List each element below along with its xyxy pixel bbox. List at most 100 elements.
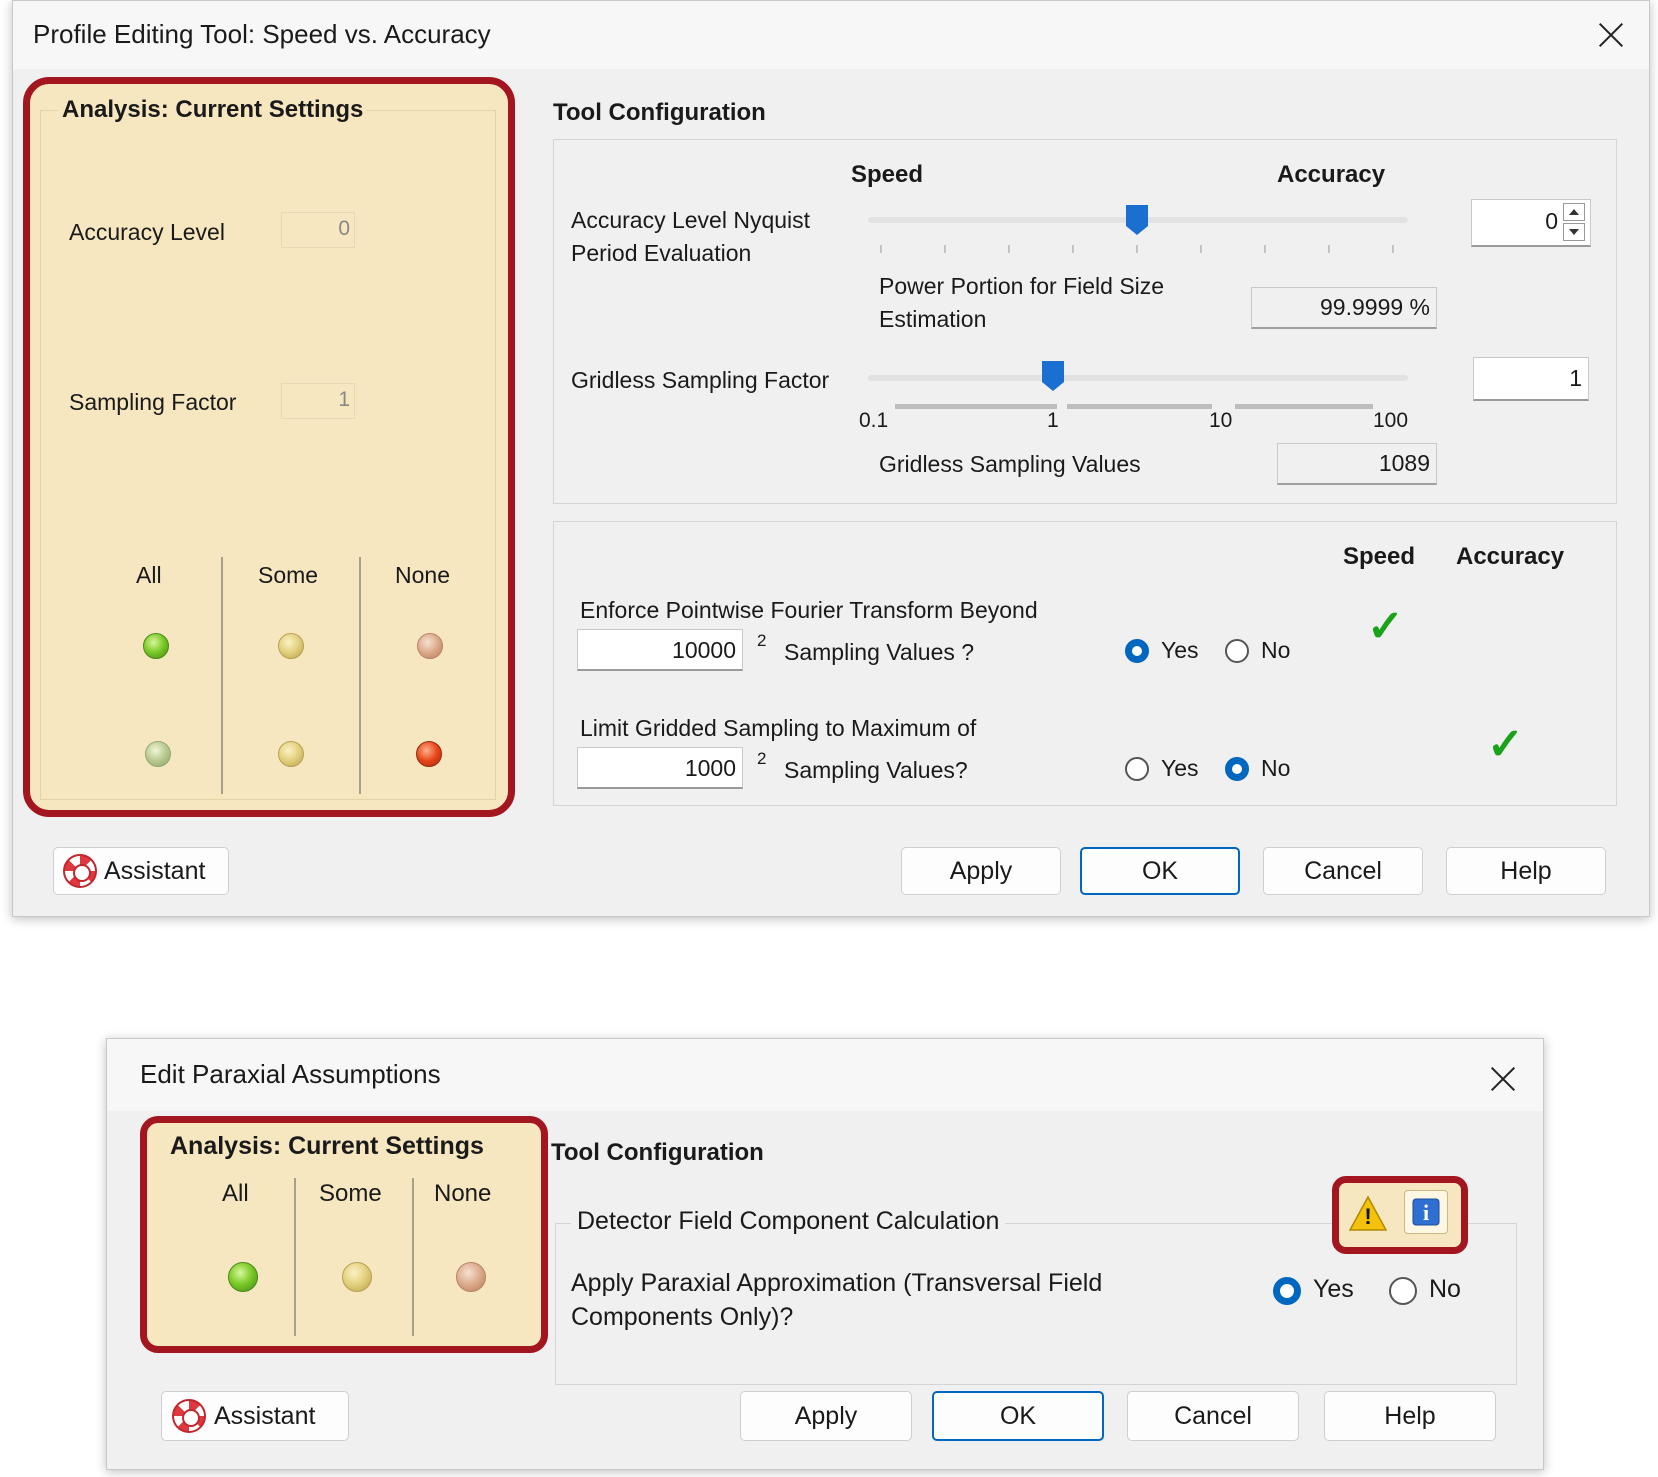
accuracy-level-label: Accuracy Level Nyquist — [571, 207, 811, 233]
column-divider — [359, 557, 361, 794]
detector-title: Detector Field Component Calculation — [571, 1207, 1006, 1236]
limit-no-label[interactable]: No — [1261, 755, 1290, 782]
analysis-title: Analysis: Current Settings — [170, 1132, 484, 1160]
scale-label: 100 — [1373, 409, 1409, 432]
analysis-accuracy-field: 0 — [281, 212, 355, 248]
analysis-title: Analysis: Current Settings — [58, 96, 368, 124]
cancel-button[interactable]: Cancel — [1127, 1391, 1299, 1441]
apply-button[interactable]: Apply — [740, 1391, 912, 1441]
gridless-factor-value: 1 — [1569, 365, 1582, 391]
column-all-label: All — [136, 562, 162, 588]
scale-label: 10 — [1209, 409, 1233, 432]
tool-config-title: Tool Configuration — [549, 99, 770, 127]
tick — [1200, 245, 1202, 253]
accuracy-label: Accuracy — [1277, 161, 1386, 188]
assistant-button[interactable]: Assistant — [53, 847, 229, 895]
help-button[interactable]: Help — [1324, 1391, 1496, 1441]
close-icon[interactable] — [1591, 15, 1631, 55]
accuracy-none-indicator — [417, 633, 443, 659]
enforce-label-2: Sampling Values ? — [784, 639, 975, 665]
all-indicator — [228, 1262, 258, 1292]
options-speed-label: Speed — [1343, 543, 1416, 570]
tick — [1072, 245, 1074, 253]
analysis-accuracy-label: Accuracy Level — [69, 219, 225, 245]
scale-label: 0.1 — [859, 409, 889, 432]
assistant-button[interactable]: Assistant — [161, 1391, 349, 1441]
apply-button[interactable]: Apply — [901, 847, 1061, 895]
warning-icon[interactable]: ! — [1348, 1194, 1388, 1234]
enforce-label: Enforce Pointwise Fourier Transform Beyo… — [580, 597, 1038, 623]
analysis-sampling-label: Sampling Factor — [69, 389, 237, 415]
gridless-values-label: Gridless Sampling Values — [879, 451, 1141, 477]
gridless-values-value: 1089 — [1378, 450, 1430, 476]
assistant-label: Assistant — [104, 857, 206, 885]
limit-no-radio[interactable] — [1225, 757, 1249, 781]
cancel-button[interactable]: Cancel — [1263, 847, 1423, 895]
speed-label: Speed — [851, 161, 924, 188]
gridless-values-field: 1089 — [1277, 443, 1437, 485]
enforce-no-radio[interactable] — [1225, 639, 1249, 663]
gridless-slider[interactable] — [868, 359, 1408, 399]
enforce-yes-radio[interactable] — [1125, 639, 1149, 663]
tick — [1264, 245, 1266, 253]
tool-config-title: Tool Configuration — [547, 1139, 768, 1167]
assistant-label: Assistant — [214, 1402, 316, 1430]
paraxial-yes-label[interactable]: Yes — [1313, 1275, 1354, 1304]
accuracy-slider-thumb[interactable] — [1126, 205, 1148, 235]
spinner-up-icon[interactable] — [1563, 203, 1585, 221]
gridless-factor-field[interactable]: 1 — [1473, 357, 1589, 401]
paraxial-yes-radio[interactable] — [1273, 1277, 1301, 1305]
tick — [944, 245, 946, 253]
analysis-sampling-field: 1 — [281, 383, 355, 419]
dialog-title: Edit Paraxial Assumptions — [140, 1059, 441, 1089]
limit-yes-label[interactable]: Yes — [1161, 755, 1199, 782]
enforce-no-label[interactable]: No — [1261, 637, 1290, 664]
ok-button[interactable]: OK — [932, 1391, 1104, 1441]
column-some-label: Some — [319, 1180, 382, 1207]
scale-segment — [1235, 404, 1373, 409]
limit-label-2: Sampling Values? — [784, 757, 968, 783]
column-none-label: None — [395, 562, 450, 588]
ok-button[interactable]: OK — [1080, 847, 1240, 895]
dialog-title: Profile Editing Tool: Speed vs. Accuracy — [33, 19, 491, 49]
assistant-lifebuoy-icon — [63, 854, 97, 888]
power-portion-label: Power Portion for Field Size — [879, 273, 1165, 299]
paraxial-no-label[interactable]: No — [1429, 1275, 1461, 1304]
power-portion-value: 99.9999 % — [1320, 294, 1430, 320]
close-icon[interactable] — [1483, 1059, 1523, 1099]
options-accuracy-label: Accuracy — [1456, 543, 1565, 570]
gridless-slider-thumb[interactable] — [1042, 361, 1064, 391]
limit-value-field[interactable]: 1000 — [577, 747, 743, 789]
some-indicator — [342, 1262, 372, 1292]
paraxial-no-radio[interactable] — [1389, 1277, 1417, 1305]
limit-label: Limit Gridded Sampling to Maximum of — [580, 715, 977, 741]
enforce-value: 10000 — [672, 637, 736, 663]
limit-value: 1000 — [684, 755, 736, 781]
tick — [880, 245, 882, 253]
help-button[interactable]: Help — [1446, 847, 1606, 895]
column-some-label: Some — [258, 562, 319, 588]
speed-check-icon: ✓ — [1367, 602, 1404, 651]
spinner-down-icon[interactable] — [1563, 223, 1585, 241]
tick — [1136, 245, 1138, 253]
info-icon[interactable]: i — [1404, 1190, 1448, 1234]
accuracy-check-icon: ✓ — [1487, 720, 1524, 769]
tool-config-group — [553, 139, 1617, 504]
enforce-yes-label[interactable]: Yes — [1161, 637, 1199, 664]
limit-yes-radio[interactable] — [1125, 757, 1149, 781]
paraxial-label: Apply Paraxial Approximation (Transversa… — [571, 1269, 1103, 1297]
accuracy-level-value: 0 — [1545, 208, 1558, 234]
power-portion-field: 99.9999 % — [1251, 287, 1437, 329]
sampling-all-indicator — [145, 741, 171, 767]
accuracy-some-indicator — [278, 633, 304, 659]
paraxial-label-2: Components Only)? — [571, 1303, 794, 1331]
enforce-value-field[interactable]: 10000 — [577, 629, 743, 671]
column-divider — [221, 557, 223, 794]
sampling-none-indicator — [416, 741, 442, 767]
enforce-exponent: 2 — [757, 631, 767, 650]
none-indicator — [456, 1262, 486, 1292]
accuracy-slider[interactable] — [868, 201, 1408, 261]
warning-glyph: ! — [1364, 1204, 1372, 1229]
scale-segment — [895, 404, 1057, 409]
gridless-factor-label: Gridless Sampling Factor — [571, 367, 830, 393]
